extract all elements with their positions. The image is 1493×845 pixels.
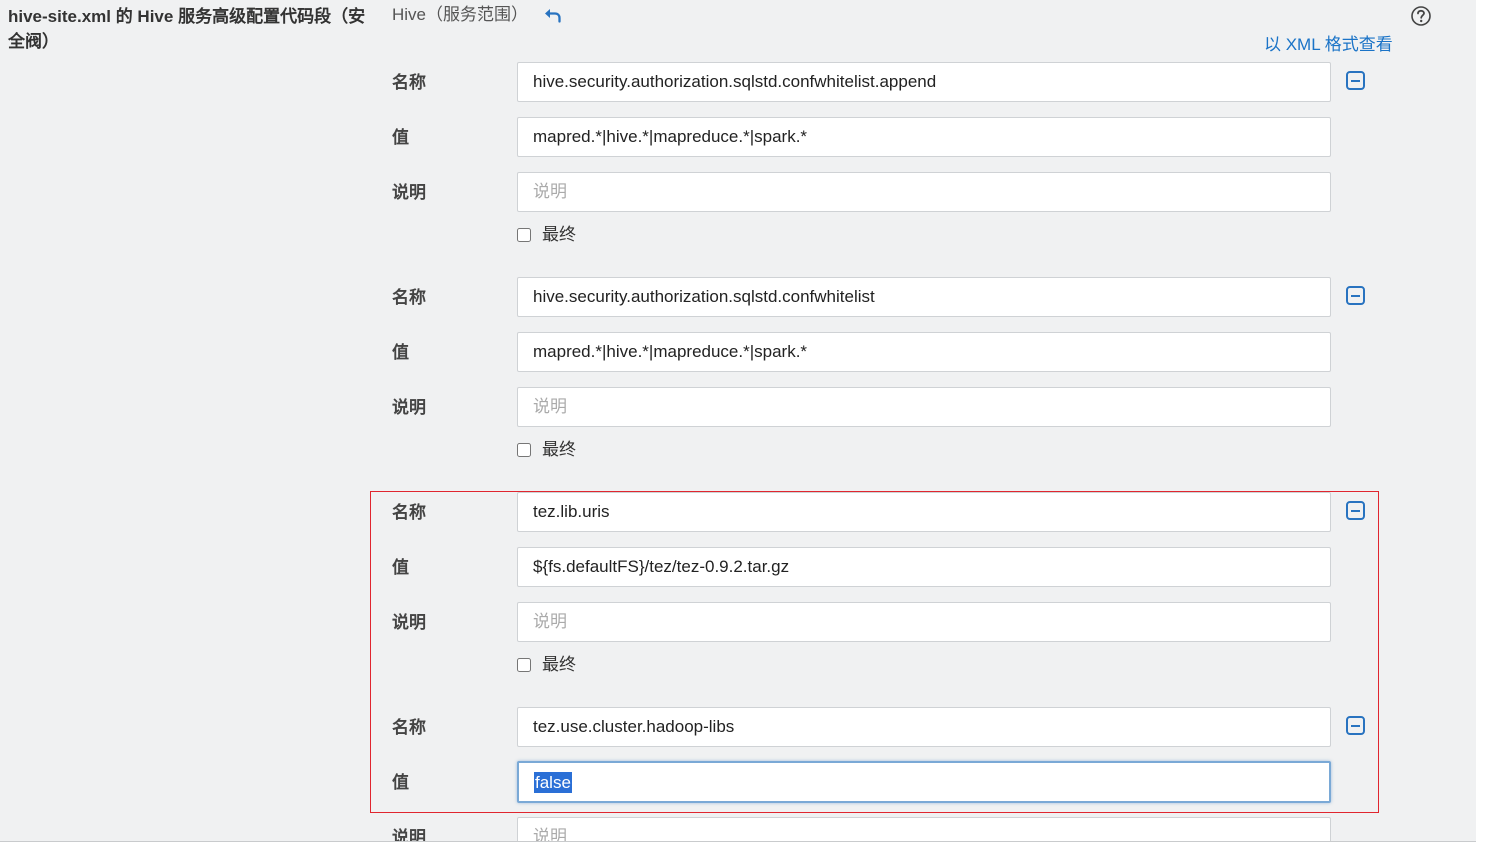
- property-3-name-input[interactable]: [517, 492, 1331, 532]
- scrollbar-track[interactable]: [1476, 0, 1493, 845]
- value-label: 值: [392, 773, 409, 792]
- final-label: 最终: [542, 225, 576, 244]
- description-label: 说明: [392, 398, 426, 417]
- property-4-value-input[interactable]: false: [517, 761, 1331, 803]
- property-3-final-checkbox[interactable]: [517, 658, 531, 672]
- property-1-description-input[interactable]: [517, 172, 1331, 212]
- name-label: 名称: [392, 73, 426, 92]
- description-label: 说明: [392, 613, 426, 632]
- property-3-description-input[interactable]: [517, 602, 1331, 642]
- remove-property-2-icon[interactable]: [1346, 286, 1365, 305]
- final-label: 最终: [542, 655, 576, 674]
- property-1-value-input[interactable]: [517, 117, 1331, 157]
- property-2-name-input[interactable]: [517, 277, 1331, 317]
- property-4-name-input[interactable]: [517, 707, 1331, 747]
- bottom-divider: [0, 841, 1476, 842]
- section-title: hive-site.xml 的 Hive 服务高级配置代码段（安全阀）: [8, 7, 366, 51]
- name-label: 名称: [392, 503, 426, 522]
- view-as-xml-link[interactable]: 以 XML 格式查看: [1264, 34, 1393, 56]
- value-label: 值: [392, 558, 409, 577]
- property-2-final-checkbox[interactable]: [517, 443, 531, 457]
- property-3-value-input[interactable]: [517, 547, 1331, 587]
- config-panel: hive-site.xml 的 Hive 服务高级配置代码段（安全阀） Hive…: [0, 0, 1476, 841]
- description-label: 说明: [392, 183, 426, 202]
- name-label: 名称: [392, 288, 426, 307]
- final-label: 最终: [542, 440, 576, 459]
- undo-icon[interactable]: [543, 6, 563, 24]
- name-label: 名称: [392, 718, 426, 737]
- scope-label: Hive（服务范围）: [392, 5, 529, 24]
- value-label: 值: [392, 343, 409, 362]
- selected-value-text: false: [534, 772, 572, 793]
- help-icon[interactable]: [1410, 5, 1432, 27]
- property-2-value-input[interactable]: [517, 332, 1331, 372]
- property-1-name-input[interactable]: [517, 62, 1331, 102]
- description-label: 说明: [392, 828, 426, 841]
- remove-property-1-icon[interactable]: [1346, 71, 1365, 90]
- remove-property-3-icon[interactable]: [1346, 501, 1365, 520]
- property-2-description-input[interactable]: [517, 387, 1331, 427]
- remove-property-4-icon[interactable]: [1346, 716, 1365, 735]
- value-label: 值: [392, 128, 409, 147]
- property-4-description-input[interactable]: [517, 817, 1331, 841]
- property-1-final-checkbox[interactable]: [517, 228, 531, 242]
